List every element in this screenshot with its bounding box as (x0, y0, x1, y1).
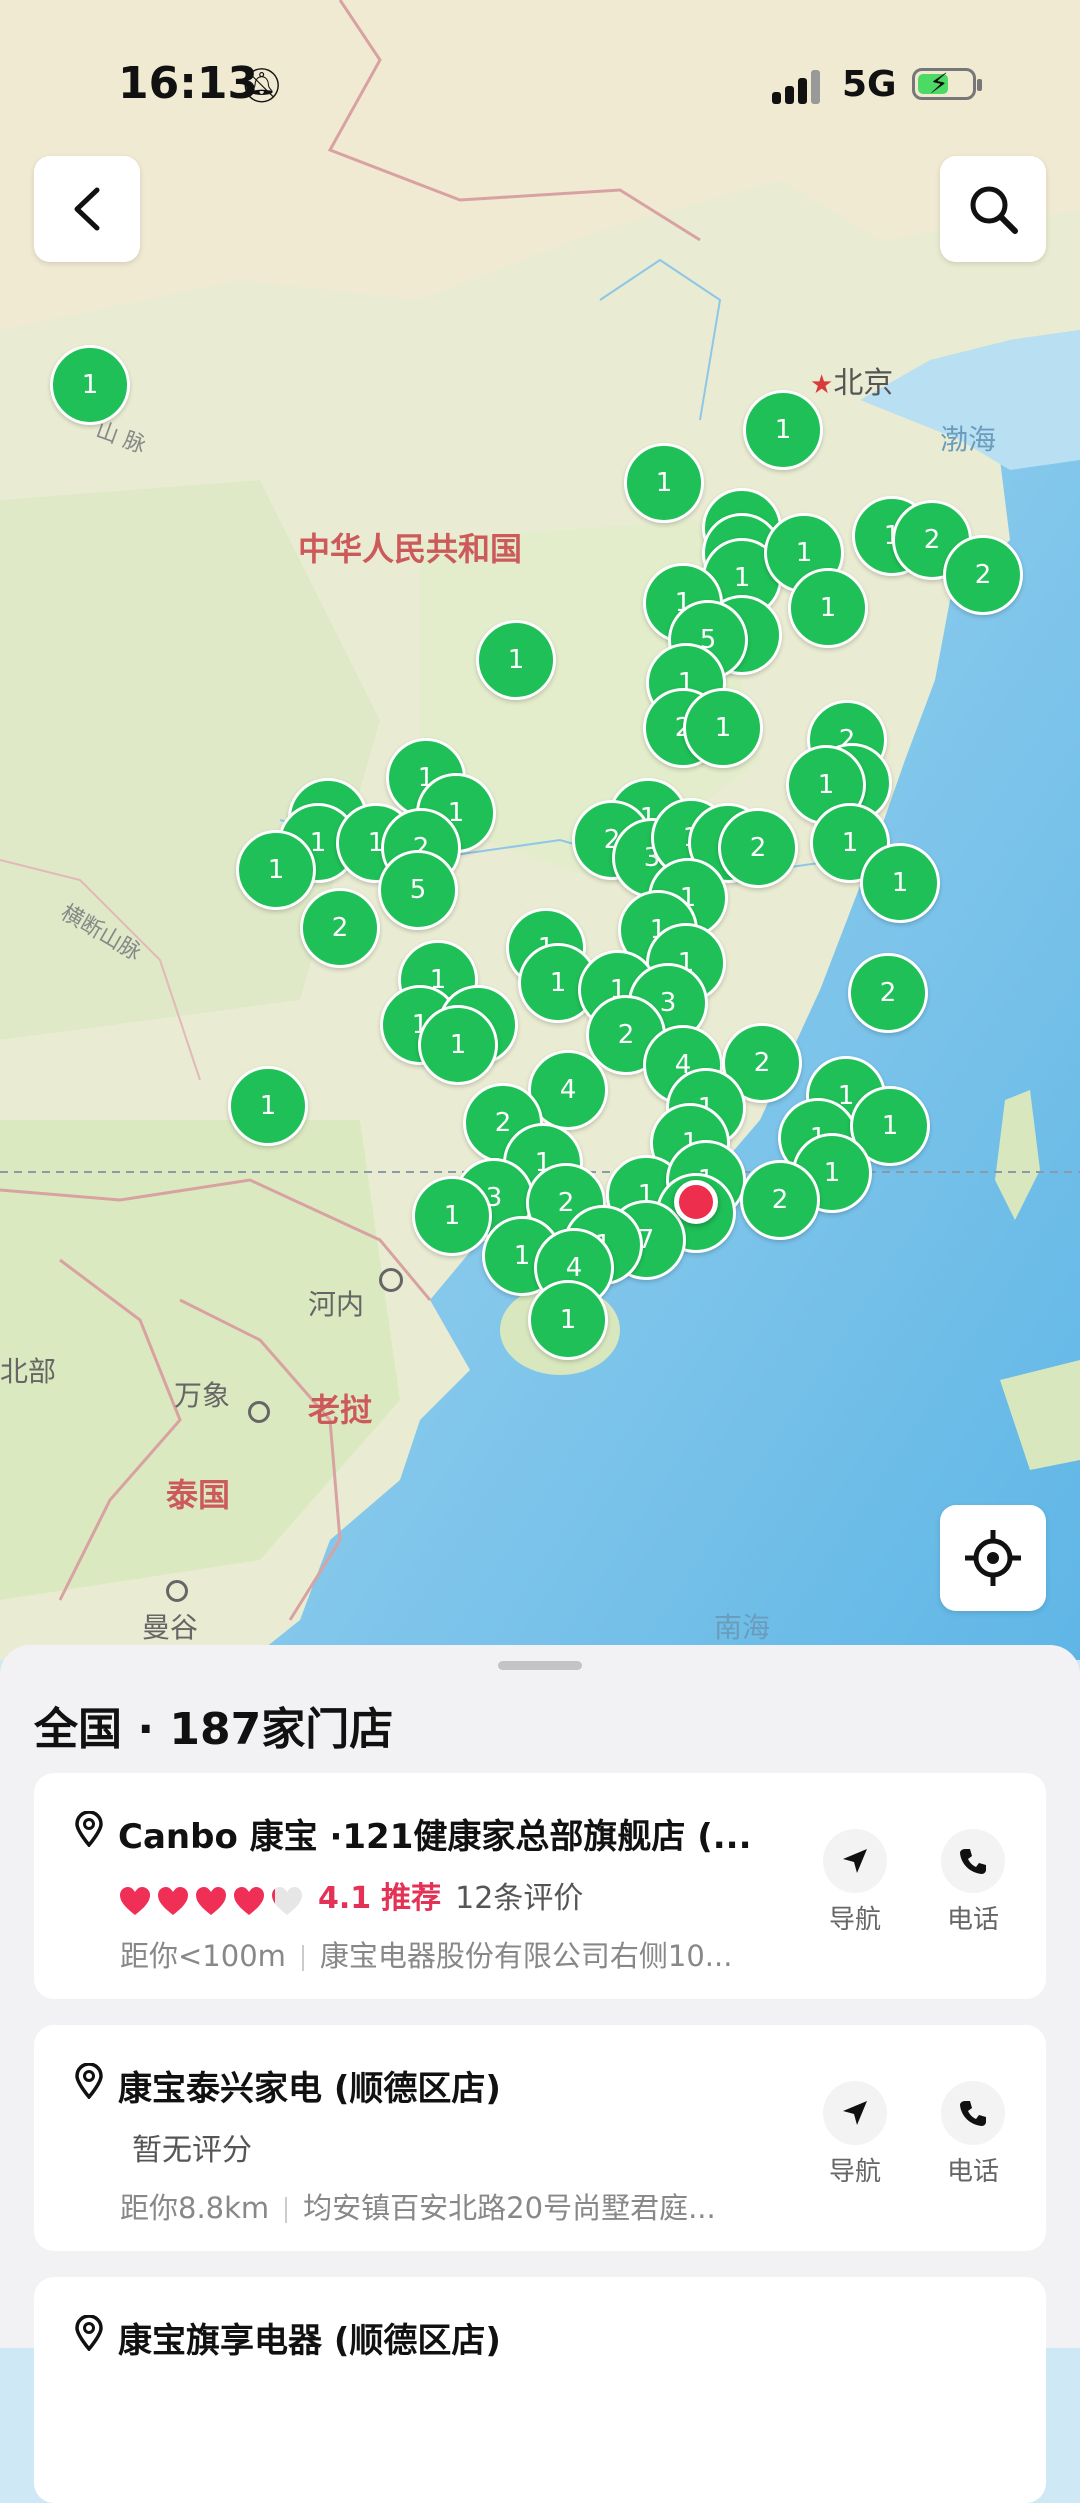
store-cluster-marker[interactable]: 1 (683, 688, 763, 768)
battery-icon: ⚡︎ (912, 67, 982, 100)
store-cluster-marker[interactable]: 1 (228, 1066, 308, 1146)
rating-score: 4.1 (318, 1881, 372, 1916)
store-card[interactable]: 康宝旗享电器 (顺德区店) (34, 2277, 1046, 2503)
store-cluster-marker[interactable]: 1 (624, 443, 704, 523)
heart-icon (272, 1886, 302, 1915)
store-distance-row: 距你8.8km 均安镇百安北路20号尚墅君庭... (120, 2185, 760, 2227)
store-distance: 距你8.8km (120, 2191, 270, 2225)
capital-star-icon: ★ (810, 370, 834, 400)
heart-icon (196, 1886, 226, 1915)
map-canvas[interactable] (0, 0, 1080, 1660)
network-type: 5G (842, 64, 897, 105)
store-list-sheet[interactable]: 全国 · 187家门店 Canbo 康宝 ·121健康家总部旗舰店 (... 4… (0, 1645, 1080, 2503)
heart-icon (158, 1886, 188, 1915)
sheet-drag-handle[interactable] (498, 1661, 582, 1670)
location-pin-icon (75, 2315, 103, 2351)
no-rating-text: 暂无评分 (132, 2133, 252, 2168)
map-label-vientiane: 万象 (174, 1379, 231, 1412)
back-arrow-icon (74, 187, 100, 231)
status-time: 16:13 (118, 58, 259, 109)
navigate-label: 导航 (828, 1905, 881, 1935)
city-dot-icon (166, 1580, 188, 1602)
store-name: 康宝泰兴家电 (顺德区店) (118, 2069, 501, 2109)
store-rating-row: 暂无评分 (132, 2125, 252, 2169)
store-distance-row: 距你<100m 康宝电器股份有限公司右侧10... (120, 1933, 760, 1975)
store-cluster-marker[interactable]: 1 (860, 843, 940, 923)
store-cluster-marker[interactable]: 2 (848, 953, 928, 1033)
bell-off-icon: 🔕︎ (240, 66, 284, 106)
navigate-button[interactable]: 导航 (810, 1829, 900, 1936)
call-button[interactable]: 电话 (928, 1829, 1018, 1936)
map-label-beijing: ★北京 (810, 366, 894, 401)
signal-icon (772, 70, 824, 104)
map-label-china: 中华人民共和国 (298, 530, 523, 568)
map-label-bohai: 渤海 (940, 423, 997, 456)
heart-icon (234, 1886, 264, 1915)
store-cluster-marker[interactable]: 1 (476, 620, 556, 700)
store-cluster-marker[interactable]: 1 (743, 390, 823, 470)
map-label-south-china-sea: 南海 (714, 1611, 771, 1644)
locate-icon (965, 1530, 1021, 1586)
store-card[interactable]: Canbo 康宝 ·121健康家总部旗舰店 (... 4.1 推荐 12条评价 距你… (34, 1773, 1046, 1999)
store-rating-row: 4.1 推荐 12条评价 (118, 1873, 583, 1917)
store-distance: 距你<100m (120, 1939, 286, 1973)
city-dot-icon (248, 1401, 270, 1423)
search-button[interactable] (940, 156, 1046, 262)
divider (285, 2197, 288, 2223)
navigate-arrow-icon (843, 2101, 867, 2125)
store-name: Canbo 康宝 ·121健康家总部旗舰店 (... (118, 1817, 752, 1857)
store-address: 康宝电器股份有限公司右侧10... (319, 1939, 733, 1973)
phone-icon (960, 1849, 986, 1874)
map-label-partial-west: 北部 (0, 1355, 57, 1388)
map-label-laos: 老挝 (308, 1391, 373, 1429)
current-location-pin[interactable] (674, 1180, 718, 1224)
recommend-tag: 推荐 (381, 1881, 442, 1916)
call-button[interactable]: 电话 (928, 2081, 1018, 2188)
heart-icon (120, 1886, 150, 1915)
review-count: 12条评价 (455, 1881, 584, 1916)
store-cluster-marker[interactable]: 1 (236, 830, 316, 910)
locate-button[interactable] (940, 1505, 1046, 1611)
call-label: 电话 (946, 1905, 999, 1935)
location-pin-icon (75, 1811, 103, 1847)
store-cluster-marker[interactable]: 2 (943, 535, 1023, 615)
divider (301, 1945, 304, 1971)
call-label: 电话 (946, 2157, 999, 2187)
navigate-button[interactable]: 导航 (810, 2081, 900, 2188)
store-name: 康宝旗享电器 (顺德区店) (118, 2321, 501, 2361)
back-button[interactable] (34, 156, 140, 262)
sheet-title: 全国 · 187家门店 (34, 1704, 394, 1755)
navigate-arrow-icon (843, 1849, 867, 1873)
store-cluster-marker[interactable]: 2 (300, 888, 380, 968)
store-cluster-marker[interactable]: 2 (740, 1160, 820, 1240)
store-card[interactable]: 康宝泰兴家电 (顺德区店) 暂无评分 距你8.8km 均安镇百安北路20号尚墅君庭… (34, 2025, 1046, 2251)
status-bar: 16:13 🔕︎ 5G ⚡︎ (0, 0, 1080, 140)
location-pin-icon (75, 2063, 103, 2099)
map-label-hanoi: 河内 (308, 1288, 365, 1321)
store-cluster-marker[interactable]: 1 (50, 345, 130, 425)
search-icon (970, 186, 1018, 234)
navigate-label: 导航 (828, 2157, 881, 2187)
store-cluster-marker[interactable]: 1 (788, 568, 868, 648)
rating-hearts (118, 1882, 308, 1917)
store-cluster-marker[interactable]: 1 (418, 1005, 498, 1085)
phone-icon (960, 2101, 986, 2126)
store-cluster-marker[interactable]: 1 (528, 1280, 608, 1360)
map-label-thailand: 泰国 (166, 1476, 231, 1514)
map-label-bangkok: 曼谷 (142, 1611, 199, 1644)
store-cluster-marker[interactable]: 2 (718, 808, 798, 888)
store-cluster-marker[interactable]: 5 (378, 850, 458, 930)
store-address: 均安镇百安北路20号尚墅君庭... (303, 2191, 716, 2225)
store-cluster-marker[interactable]: 1 (412, 1176, 492, 1256)
city-dot-icon (379, 1268, 403, 1292)
